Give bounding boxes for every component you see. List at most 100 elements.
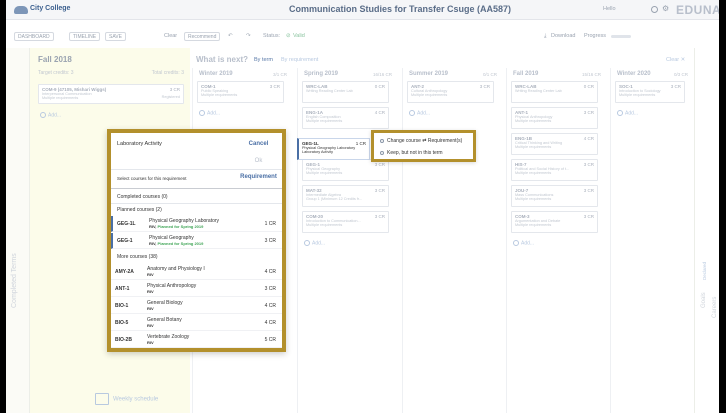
add-course-link[interactable]: Add... bbox=[409, 110, 430, 116]
available-course-row[interactable]: AMY-2A Anatomy and Physiology I 4 CR RIV bbox=[111, 264, 282, 280]
selected-course-card[interactable]: GEG-1L Physical Geography Laboratory Lab… bbox=[297, 138, 370, 160]
add-course-link[interactable]: Add... bbox=[513, 240, 534, 246]
planned-course-row[interactable]: GEG-1L Physical Geography Laboratory 1 CR R… bbox=[111, 216, 282, 232]
target-credits: Target credits: 3 bbox=[38, 70, 74, 76]
dashboard-button[interactable]: DASHBOARD bbox=[14, 32, 54, 41]
course-card[interactable]: ANT-1 Physical Anthropology Multiple requi… bbox=[511, 107, 598, 129]
weekly-schedule-link[interactable]: Weekly schedule bbox=[95, 393, 158, 405]
available-course-row[interactable]: ANT-1 Physical Anthropology 3 CR RIV bbox=[111, 281, 282, 297]
selected-course-credits: 1 CR bbox=[355, 141, 366, 146]
course-name: Anatomy and Physiology I bbox=[147, 266, 205, 272]
course-card[interactable]: MAT-32 Intermediate Algebra Group 1 (Minim… bbox=[302, 185, 389, 207]
search-icon[interactable] bbox=[651, 6, 658, 13]
add-label: Add... bbox=[521, 240, 535, 247]
course-card[interactable]: ENG-1A English Composition Multiple requir… bbox=[302, 107, 389, 129]
course-card[interactable]: COM-1 Public Speaking Multiple requirement… bbox=[197, 81, 284, 103]
weekly-label: Weekly schedule bbox=[113, 396, 159, 403]
keep-not-in-term-option[interactable]: Keep, but not in this term bbox=[380, 150, 443, 156]
term-credits: 16/16 CR bbox=[372, 72, 392, 77]
divider bbox=[111, 188, 282, 189]
available-course-row[interactable]: BIO-5 General Botany 4 CR RIV bbox=[111, 315, 282, 331]
tab-by-term[interactable]: By term bbox=[254, 57, 273, 63]
registered-course-card[interactable]: COM-9 (47105, Mishari Wiggs) Interperson… bbox=[38, 84, 184, 104]
course-requirement: Multiple requirements bbox=[515, 171, 552, 176]
divider bbox=[111, 169, 282, 170]
available-course-row[interactable]: BIO-7Field Botany bbox=[111, 349, 282, 352]
course-requirement: Multiple requirements bbox=[306, 223, 343, 228]
user-greeting[interactable]: Hello bbox=[603, 6, 616, 12]
course-credits: 4 CR bbox=[374, 110, 385, 115]
clear-button[interactable]: Clear bbox=[164, 33, 177, 39]
college-logo-icon[interactable] bbox=[14, 6, 28, 14]
download-button[interactable]: Download bbox=[551, 33, 575, 39]
planned-courses-header[interactable]: Planned courses (2) bbox=[117, 207, 162, 213]
clear-plan-button[interactable]: Clear ✕ bbox=[666, 57, 685, 63]
change-course-label: Change course ⇄ Requirement(s) bbox=[387, 138, 463, 144]
add-course-link[interactable]: Add... bbox=[304, 240, 325, 246]
course-name: Field Botany bbox=[147, 351, 257, 352]
gear-icon[interactable]: ⚙ bbox=[662, 5, 669, 13]
course-code: ANT-1 bbox=[115, 286, 130, 292]
ok-button[interactable]: Ok bbox=[236, 155, 281, 168]
tab-by-requirement[interactable]: By requirement bbox=[281, 57, 318, 63]
course-card[interactable]: SOC-1 Introduction to Sociology Multiple r… bbox=[615, 81, 685, 103]
more-courses-header[interactable]: More courses (38) bbox=[117, 254, 158, 260]
course-tag: RIV bbox=[147, 289, 154, 294]
term-column: Fall 2019 15/16 CR WRC-LAB Writing Reading … bbox=[506, 68, 607, 413]
add-label: Add... bbox=[312, 240, 326, 247]
course-tag: RIV bbox=[147, 306, 154, 311]
course-card[interactable]: HIS-7 Political and Social History of t..… bbox=[511, 159, 598, 181]
course-card[interactable]: COM-3 Argumentation and Debate Multiple re… bbox=[511, 211, 598, 233]
radio-icon bbox=[380, 138, 384, 143]
careers-tab[interactable]: Careers bbox=[712, 297, 718, 318]
course-card[interactable]: COM-20 Introduction to Communication... Mu… bbox=[302, 211, 389, 233]
download-icon[interactable]: ⤓ bbox=[544, 33, 546, 40]
course-name: Physical Anthropology bbox=[147, 283, 197, 289]
modal-title: Laboratory Activity bbox=[117, 141, 162, 147]
term-credits: 3/1 CR bbox=[272, 72, 287, 77]
toolbar: DASHBOARD TIMELINE SAVE Clear Recommend … bbox=[6, 29, 719, 43]
course-requirement: Multiple requirements bbox=[515, 145, 552, 150]
available-course-row[interactable]: BIO-1 General Biology 4 CR RIV bbox=[111, 298, 282, 314]
course-code: AMY-2A bbox=[115, 269, 134, 275]
add-course-link[interactable]: Add... bbox=[199, 110, 220, 116]
course-credits: 3 CR bbox=[269, 84, 280, 89]
course-requirement: Multiple requirements bbox=[515, 119, 552, 124]
cancel-button[interactable]: Cancel bbox=[236, 138, 281, 151]
planned-course-row[interactable]: GEG-1 Physical Geography 3 CR RIV, Planned … bbox=[111, 233, 282, 249]
completed-terms-label: Completed Terms bbox=[11, 253, 18, 308]
add-label: Add... bbox=[207, 110, 221, 117]
course-requirement: Multiple requirements bbox=[201, 93, 238, 98]
completed-courses-header[interactable]: Completed courses (0) bbox=[117, 194, 168, 200]
course-card[interactable]: ENG-1B Critical Thinking and Writing Multi… bbox=[511, 133, 598, 155]
radio-icon bbox=[380, 150, 384, 155]
requirement-modal: Laboratory Activity Cancel Ok Select cou… bbox=[107, 129, 286, 352]
course-card[interactable]: WRC-LAB Writing Reading Center Lab 0 CR bbox=[302, 81, 389, 103]
course-card[interactable]: WRC-LAB Writing Reading Center Lab 0 CR bbox=[511, 81, 598, 103]
course-card[interactable]: JOU-7 Mass Communications Multiple require… bbox=[511, 185, 598, 207]
course-credits: 3 CR bbox=[264, 238, 276, 244]
goals-tab[interactable]: Goals bbox=[701, 292, 707, 308]
change-course-option[interactable]: Change course ⇄ Requirement(s) bbox=[380, 138, 462, 144]
undo-icon[interactable]: ↶ bbox=[228, 33, 233, 39]
course-code: GEG-1 bbox=[117, 238, 133, 244]
completed-terms-rail[interactable]: Completed Terms bbox=[6, 48, 30, 413]
course-requirement: Multiple requirements bbox=[619, 93, 656, 98]
redo-icon[interactable]: ↷ bbox=[246, 33, 251, 39]
course-card[interactable]: ANT-2 Cultural Anthropology Multiple requi… bbox=[407, 81, 494, 103]
requirement-tab[interactable]: Requirement bbox=[236, 174, 281, 180]
status-value: Valid bbox=[293, 33, 305, 39]
available-course-row[interactable]: BIO-2B Vertebrate Zoology 5 CR RIV bbox=[111, 332, 282, 348]
timeline-button[interactable]: TIMELINE bbox=[69, 32, 101, 41]
save-button[interactable]: SAVE bbox=[105, 32, 126, 41]
course-card[interactable]: GEG-1 Physical Geography Multiple requirem… bbox=[302, 159, 389, 181]
recommend-button[interactable]: Recommend bbox=[184, 32, 221, 41]
add-course-link[interactable]: Add... bbox=[617, 110, 638, 116]
college-name[interactable]: City College bbox=[30, 5, 70, 12]
course-credits: 3 CR bbox=[374, 214, 385, 219]
fall-term-title: Fall 2018 bbox=[38, 55, 72, 64]
term-credits: 15/16 CR bbox=[581, 72, 601, 77]
add-course-link[interactable]: Add... bbox=[40, 112, 61, 118]
fall-credit-targets: Target credits: 3 Total credits: 3 bbox=[38, 70, 184, 76]
divider bbox=[111, 203, 282, 204]
